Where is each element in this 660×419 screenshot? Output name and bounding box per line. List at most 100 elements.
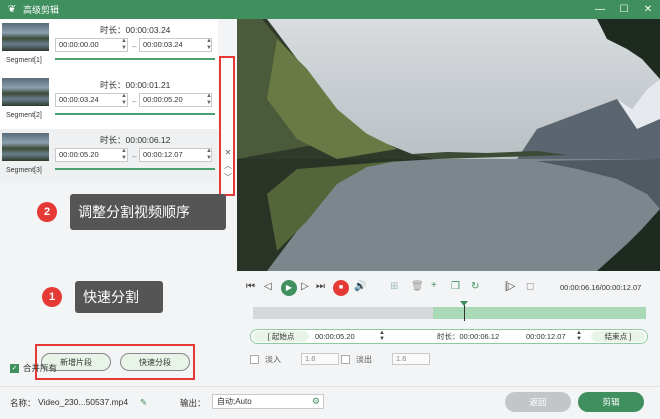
range-dash: – (132, 97, 137, 106)
file-name: Video_230...50537.mp4 (38, 397, 129, 407)
start-stepper[interactable]: ▲ ▼ (379, 330, 385, 342)
edit-button[interactable]: 剪辑 (578, 392, 644, 412)
chevron-up-icon[interactable]: ▲ (121, 93, 127, 99)
end-stepper[interactable]: ▲ ▼ (205, 93, 213, 107)
chevron-down-icon[interactable]: ▼ (206, 155, 212, 161)
segment-duration: 时长：00:00:01.21 (100, 80, 171, 90)
start-stepper[interactable]: ▲ ▼ (120, 93, 128, 107)
chevron-down-icon[interactable]: ▼ (121, 45, 127, 51)
segment-panel: Segment[1] 时长：00:00:03.24 00:00:00.00 ▲ ▼… (0, 19, 237, 381)
fade-out-input[interactable]: 1.6 (392, 353, 430, 365)
chevron-down-icon[interactable]: ▼ (206, 45, 212, 51)
segment-item[interactable]: Segment[3] 时长：00:00:06.12 00:00:05.20 ▲ ▼… (0, 129, 218, 183)
segment-label: Segment[1] (6, 57, 42, 64)
window-controls: — ☐ ✕ (594, 0, 654, 19)
segment-progress (55, 58, 215, 60)
segment-end-input[interactable]: 00:00:12.07 (139, 148, 212, 162)
play-icon[interactable]: ▶ (281, 280, 297, 296)
add-icon[interactable]: + (431, 280, 437, 291)
fade-in-checkbox[interactable] (250, 354, 259, 364)
chevron-up-icon[interactable]: ▲ (121, 148, 127, 154)
output-value: 自动;Auto (217, 397, 252, 406)
fade-out-option[interactable]: 淡出 1.6 (341, 353, 430, 365)
segment-label: Segment[2] (6, 112, 42, 119)
set-end-button[interactable]: 结束点 ] (591, 331, 645, 342)
segment-label: Segment[3] (6, 167, 42, 174)
segment-item[interactable]: Segment[1] 时长：00:00:03.24 00:00:00.00 ▲ ▼… (0, 19, 218, 73)
copy-icon[interactable]: ❐ (451, 281, 460, 292)
gear-icon[interactable]: ⚙ (312, 395, 320, 408)
mark-out-icon[interactable]: ◻ (526, 281, 534, 292)
chevron-down-icon[interactable]: ▼ (121, 155, 127, 161)
prev-frame-icon[interactable]: ◁ (264, 281, 272, 292)
trim-duration: 时长：00:00:06.12 (437, 332, 500, 341)
mark-in-icon[interactable]: [▷ (505, 281, 515, 292)
timeline-track[interactable] (253, 301, 646, 321)
segment-start-input[interactable]: 00:00:05.20 (55, 148, 128, 162)
segment-thumbnail (2, 133, 49, 161)
pencil-icon[interactable]: ✎ (140, 397, 147, 408)
chevron-up-icon[interactable]: ︿ (223, 160, 233, 171)
segment-end-input[interactable]: 00:00:05.20 (139, 93, 212, 107)
trim-bar: [ 起始点 00:00:05.20 ▲ ▼ 时长：00:00:06.12 00:0… (250, 329, 648, 344)
chevron-down-icon[interactable]: ▼ (121, 100, 127, 106)
next-frame-icon[interactable]: ▷ (301, 281, 309, 292)
skip-start-icon[interactable]: ⏮ (246, 281, 255, 292)
fade-in-option[interactable]: 淡入 1.6 (250, 353, 339, 365)
end-stepper[interactable]: ▲ ▼ (205, 148, 213, 162)
split-icon[interactable]: ⊞ (390, 281, 398, 292)
segment-progress (55, 113, 215, 115)
stop-icon[interactable]: ■ (333, 280, 349, 296)
minimize-icon[interactable]: — (594, 4, 606, 15)
set-start-button[interactable]: [ 起始点 (253, 331, 309, 342)
chevron-down-icon[interactable]: ﹀ (223, 172, 233, 183)
quick-split-button[interactable]: 快速分段 (120, 353, 190, 371)
volume-icon[interactable]: 🔊 (354, 281, 366, 292)
name-label: 名称： (10, 398, 36, 408)
delete-icon[interactable]: 🗑 (411, 281, 424, 292)
maximize-icon[interactable]: ☐ (618, 4, 630, 15)
segment-list: Segment[1] 时长：00:00:03.24 00:00:00.00 ▲ ▼… (0, 19, 218, 183)
segment-duration: 时长：00:00:03.24 (100, 25, 171, 35)
segment-start-input[interactable]: 00:00:00.00 (55, 38, 128, 52)
merge-all-option[interactable]: ✓ 合并所有 (10, 362, 57, 374)
video-preview (237, 19, 660, 271)
end-stepper[interactable]: ▲ ▼ (576, 330, 582, 342)
reset-icon[interactable]: ↻ (471, 281, 479, 292)
bottom-bar: 名称： Video_230...50537.mp4 ✎ 输出： 自动;Auto … (0, 386, 660, 419)
app-logo-icon: ❦ (7, 3, 17, 15)
chevron-up-icon[interactable]: ▲ (206, 148, 212, 154)
split-button-group: 新增片段 快速分段 (35, 344, 195, 380)
fade-out-label: 淡出 (356, 354, 372, 364)
segment-item[interactable]: Segment[2] 时长：00:00:01.21 00:00:03.24 ▲ ▼… (0, 74, 218, 128)
start-stepper[interactable]: ▲ ▼ (120, 38, 128, 52)
skip-end-icon[interactable]: ⏭ (316, 281, 325, 292)
chevron-down-icon[interactable]: ▼ (206, 100, 212, 106)
output-label: 输出： (180, 398, 206, 408)
close-icon[interactable]: ✕ (642, 4, 654, 15)
range-dash: – (132, 42, 137, 51)
segment-start-input[interactable]: 00:00:03.24 (55, 93, 128, 107)
output-select[interactable]: 自动;Auto ⚙ (212, 394, 324, 409)
end-stepper[interactable]: ▲ ▼ (205, 38, 213, 52)
fade-out-checkbox[interactable] (341, 354, 350, 364)
segment-thumbnail (2, 23, 49, 51)
range-dash: – (132, 152, 137, 161)
chevron-up-icon[interactable]: ▲ (121, 38, 127, 44)
playhead-handle-icon[interactable] (460, 301, 468, 306)
segment-thumbnail (2, 78, 49, 106)
fade-in-input[interactable]: 1.6 (301, 353, 339, 365)
callout-reorder: 调整分割视频顺序 (70, 194, 226, 230)
trim-start-input[interactable]: 00:00:05.20 (315, 331, 385, 342)
callout-number: 2 (37, 202, 57, 222)
start-stepper[interactable]: ▲ ▼ (120, 148, 128, 162)
segment-end-input[interactable]: 00:00:03.24 (139, 38, 212, 52)
chevron-up-icon[interactable]: ▲ (206, 93, 212, 99)
chevron-up-icon[interactable]: ▲ (206, 38, 212, 44)
close-icon[interactable]: ✕ (223, 148, 233, 157)
back-button[interactable]: 返回 (505, 392, 571, 412)
segment-duration: 时长：00:00:06.12 (100, 135, 171, 145)
merge-all-checkbox[interactable]: ✓ (10, 363, 19, 373)
window-title: 高级剪辑 (23, 5, 60, 15)
fade-in-label: 淡入 (265, 354, 281, 364)
